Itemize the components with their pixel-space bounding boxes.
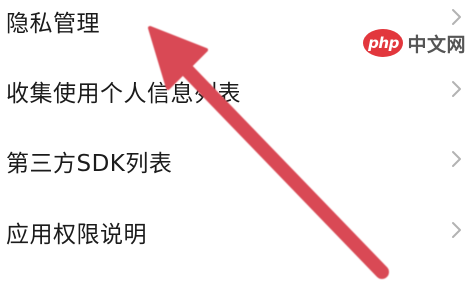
menu-item-label: 应用权限说明 — [6, 222, 147, 248]
menu-item-third-party-sdk-list[interactable]: 第三方SDK列表 — [0, 125, 476, 195]
menu-item-app-permissions[interactable]: 应用权限说明 — [0, 196, 476, 266]
menu-item-label: 隐私管理 — [6, 11, 100, 37]
watermark-text: 中文网 — [407, 33, 466, 56]
menu-item-label: 第三方SDK列表 — [6, 151, 173, 177]
chevron-right-icon — [450, 79, 464, 99]
site-watermark: php 中文网 — [363, 28, 466, 58]
menu-item-label: 收集使用个人信息列表 — [6, 81, 241, 107]
menu-item-personal-info-list[interactable]: 收集使用个人信息列表 — [0, 55, 476, 125]
chevron-right-icon — [450, 7, 464, 27]
php-logo: php — [363, 29, 404, 57]
settings-screen: 隐私管理 收集使用个人信息列表 第三方SDK列表 应用权限说明 php 中文网 — [0, 0, 476, 281]
chevron-right-icon — [450, 149, 464, 169]
chevron-right-icon — [450, 220, 464, 240]
